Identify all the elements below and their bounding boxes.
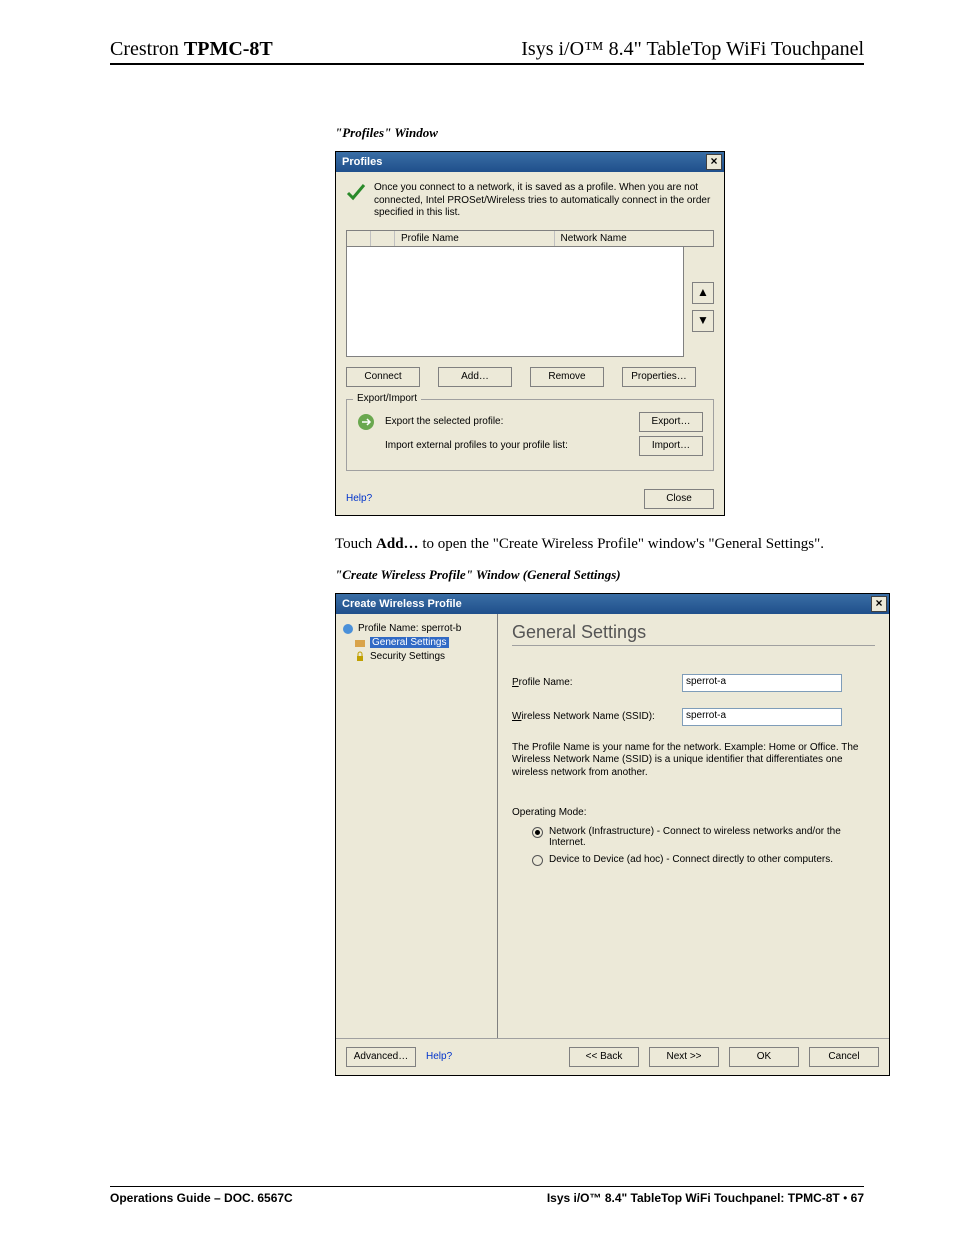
cwp-heading: General Settings	[512, 622, 875, 643]
column-network-name[interactable]: Network Name	[555, 231, 714, 246]
cwp-title: Create Wireless Profile	[342, 598, 462, 610]
wireless-icon	[342, 623, 354, 635]
move-down-button[interactable]: ▼	[692, 310, 714, 332]
radio-adhoc[interactable]: Device to Device (ad hoc) - Connect dire…	[512, 854, 875, 866]
remove-button[interactable]: Remove	[530, 367, 604, 387]
close-icon[interactable]: ×	[706, 154, 722, 170]
close-icon[interactable]: ×	[871, 596, 887, 612]
input-profile-name[interactable]: sperrot-a	[682, 674, 842, 692]
profiles-dialog: Profiles × Once you connect to a network…	[335, 151, 725, 516]
footer-right: Isys i/O™ 8.4" TableTop WiFi Touchpanel:…	[547, 1191, 864, 1205]
export-import-group: Export/Import Export the selected profil…	[346, 399, 714, 471]
folder-icon	[354, 637, 366, 649]
input-ssid[interactable]: sperrot-a	[682, 708, 842, 726]
profiles-list[interactable]	[346, 247, 684, 357]
checkmark-icon	[346, 182, 366, 202]
radio-infrastructure[interactable]: Network (Infrastructure) - Connect to wi…	[512, 826, 875, 848]
profile-description: The Profile Name is your name for the ne…	[512, 742, 875, 780]
profiles-titlebar: Profiles ×	[336, 152, 724, 172]
header-model: TPMC-8T	[184, 38, 273, 60]
nav-general-settings[interactable]: General Settings	[340, 636, 493, 650]
profiles-title: Profiles	[342, 156, 382, 168]
header-brand: Crestron	[110, 38, 184, 60]
ok-button[interactable]: OK	[729, 1047, 799, 1067]
label-ssid: Wireless Network Name (SSID):	[512, 711, 682, 722]
header-left: Crestron TPMC-8T	[110, 38, 273, 61]
nav-profile-name[interactable]: Profile Name: sperrot-b	[340, 622, 493, 636]
connect-button[interactable]: Connect	[346, 367, 420, 387]
page-header: Crestron TPMC-8T Isys i/O™ 8.4" TableTop…	[110, 38, 864, 65]
next-button[interactable]: Next >>	[649, 1047, 719, 1067]
page-footer: Operations Guide – DOC. 6567C Isys i/O™ …	[110, 1186, 864, 1205]
create-profile-dialog: Create Wireless Profile × Profile Name: …	[335, 593, 890, 1076]
column-profile-name[interactable]: Profile Name	[395, 231, 555, 246]
help-link[interactable]: Help?	[346, 493, 372, 504]
back-button[interactable]: << Back	[569, 1047, 639, 1067]
caption-profiles: "Profiles" Window	[335, 125, 864, 141]
close-button[interactable]: Close	[644, 489, 714, 509]
export-label: Export the selected profile:	[385, 416, 629, 427]
instruction-text: Touch Add… to open the "Create Wireless …	[335, 536, 864, 553]
label-profile-name: Profile Name:	[512, 677, 682, 688]
import-button[interactable]: Import…	[639, 436, 703, 456]
cwp-footer: Advanced… Help? << Back Next >> OK Cance…	[336, 1038, 889, 1075]
export-button[interactable]: Export…	[639, 412, 703, 432]
move-up-button[interactable]: ▲	[692, 282, 714, 304]
export-icon	[357, 413, 375, 431]
footer-left: Operations Guide – DOC. 6567C	[110, 1191, 293, 1205]
properties-button[interactable]: Properties…	[622, 367, 696, 387]
advanced-button[interactable]: Advanced…	[346, 1047, 416, 1067]
profiles-intro-text: Once you connect to a network, it is sav…	[374, 182, 714, 220]
import-label: Import external profiles to your profile…	[385, 440, 629, 451]
cancel-button[interactable]: Cancel	[809, 1047, 879, 1067]
header-right: Isys i/O™ 8.4" TableTop WiFi Touchpanel	[521, 38, 864, 61]
add-button[interactable]: Add…	[438, 367, 512, 387]
caption-cwp: "Create Wireless Profile" Window (Genera…	[335, 567, 864, 583]
cwp-sidebar: Profile Name: sperrot-b General Settings…	[336, 614, 498, 1038]
export-import-legend: Export/Import	[353, 393, 421, 404]
nav-security-settings[interactable]: Security Settings	[340, 650, 493, 664]
help-link[interactable]: Help?	[426, 1051, 452, 1062]
label-operating-mode: Operating Mode:	[512, 807, 875, 818]
cwp-titlebar: Create Wireless Profile ×	[336, 594, 889, 614]
profiles-list-header: Profile Name Network Name	[346, 230, 714, 247]
radio-icon	[532, 827, 543, 838]
lock-icon	[354, 651, 366, 663]
radio-icon	[532, 855, 543, 866]
